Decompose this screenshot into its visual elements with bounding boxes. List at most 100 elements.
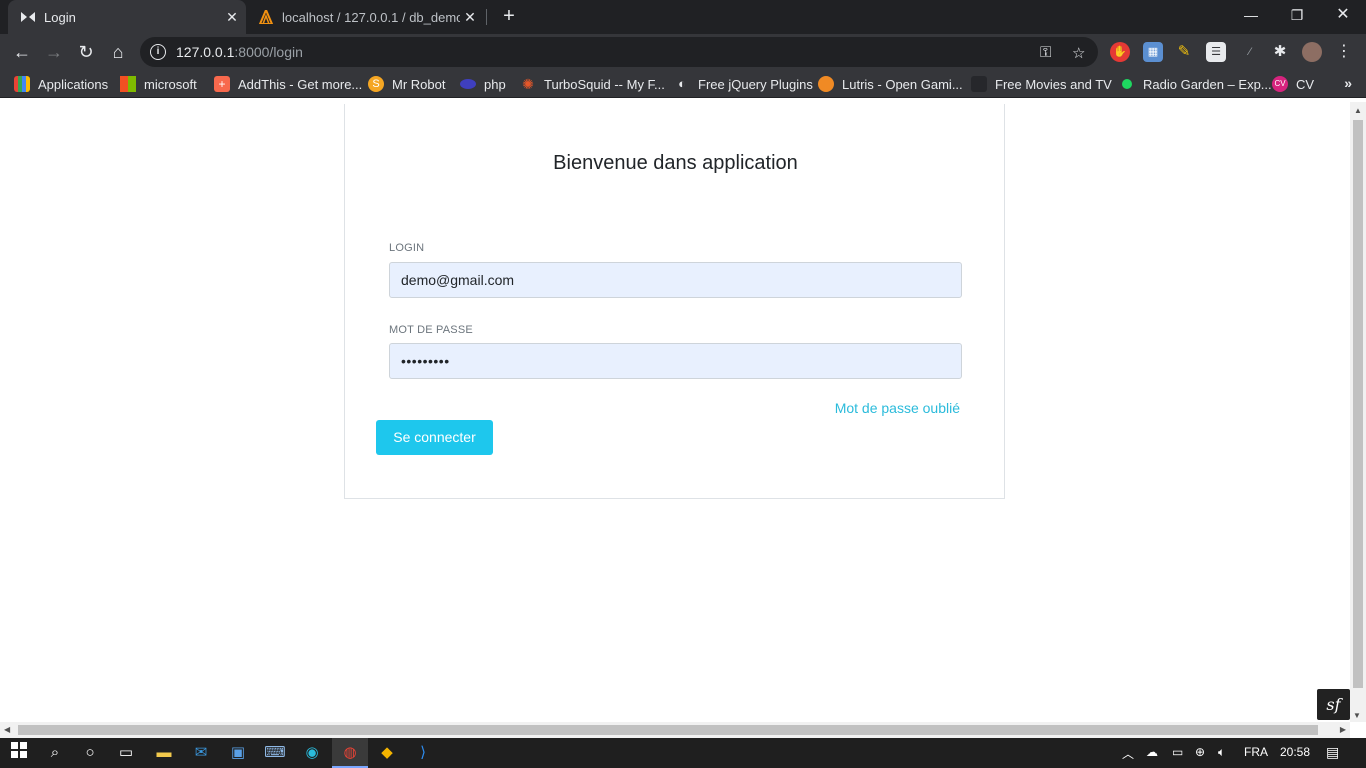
symfony-icon <box>20 9 36 25</box>
bookmark-label: php <box>484 76 506 92</box>
phpmyadmin-icon <box>258 9 274 25</box>
address-bar[interactable]: i 127.0.0.1:8000/login ⚿ ☆ <box>140 37 1098 67</box>
bookmark-lutris[interactable]: Lutris - Open Gami... <box>818 75 963 93</box>
cv-icon: CV <box>1272 76 1288 92</box>
home-button[interactable]: ⌂ <box>104 38 132 66</box>
avatar[interactable] <box>1302 42 1322 62</box>
bookmark-addthis[interactable]: + AddThis - Get more... <box>214 75 362 93</box>
windows-start-icon[interactable] <box>8 742 30 764</box>
lutris-icon <box>818 76 834 92</box>
bookmark-php[interactable]: php <box>460 75 506 93</box>
gitkraken-icon[interactable]: ◆ <box>376 742 398 764</box>
url-path: :8000/login <box>234 44 303 60</box>
bookmarks-bar: Applications microsoft + AddThis - Get m… <box>0 70 1366 98</box>
browser-toolbar: ← → ↻ ⌂ i 127.0.0.1:8000/login ⚿ ☆ ✋ ▦ ✎… <box>0 34 1366 70</box>
symfony-toolbar-icon[interactable]: sf <box>1317 689 1350 720</box>
login-label: LOGIN <box>389 242 425 254</box>
scroll-right-icon[interactable]: ▶ <box>1340 725 1346 734</box>
bookmark-turbosquid[interactable]: ✺ TurboSquid -- My F... <box>520 75 665 93</box>
page-title: Bienvenue dans application <box>553 152 798 174</box>
scroll-down-icon[interactable]: ▼ <box>1353 711 1361 720</box>
password-label: MOT DE PASSE <box>389 324 473 336</box>
jquery-icon: ◐ <box>678 76 686 91</box>
browser-tabstrip: Login ✕ localhost / 127.0.0.1 / db_demo … <box>0 0 1366 34</box>
login-button[interactable]: Se connecter <box>376 420 493 455</box>
bookmark-label: Free Movies and TV <box>995 76 1112 92</box>
keyboard-icon[interactable]: ⌨ <box>264 742 286 764</box>
bookmark-jquery[interactable]: ◐ Free jQuery Plugins <box>674 75 813 93</box>
window-close-button[interactable]: ✕ <box>1320 0 1366 30</box>
close-icon[interactable]: ✕ <box>460 9 480 26</box>
bookmark-label: Mr Robot <box>392 76 446 92</box>
clock[interactable]: 20:58 <box>1280 745 1310 759</box>
tab-separator <box>486 9 487 25</box>
cortana-icon[interactable]: ○ <box>79 742 101 764</box>
apps-grid-icon <box>14 76 30 92</box>
page-viewport: Bienvenue dans application LOGIN demo@gm… <box>0 98 1366 722</box>
bookmark-label: TurboSquid -- My F... <box>544 76 665 92</box>
minimize-button[interactable]: — <box>1228 0 1274 30</box>
search-icon[interactable]: ⌕ <box>44 742 66 764</box>
info-icon[interactable]: i <box>150 44 166 60</box>
key-icon[interactable]: ⚿ <box>1040 44 1051 61</box>
login-card: Bienvenue dans application LOGIN demo@gm… <box>344 104 1005 499</box>
bookmark-cv[interactable]: CV CV <box>1272 75 1314 93</box>
restore-button[interactable]: ❐ <box>1274 0 1320 30</box>
task-view-icon[interactable]: ▭ <box>115 742 137 764</box>
control-panel-icon[interactable]: ▣ <box>227 742 249 764</box>
chrome-icon: ◍ <box>343 744 357 761</box>
edge-icon[interactable]: ◉ <box>301 742 323 764</box>
tab-title: localhost / 127.0.0.1 / db_demo / <box>282 9 460 25</box>
reload-button[interactable]: ↻ <box>72 38 100 66</box>
addthis-icon: + <box>214 76 230 92</box>
radio-garden-icon <box>1122 79 1132 89</box>
windows-taskbar: ⌕ ○ ▭ ▬ ✉ ▣ ⌨ ◉ ◍ ◆ ⟩ ︿ ☁ ▭ ⊕ 🔈︎ FRA 20:… <box>0 738 1366 768</box>
password-input[interactable]: ••••••••• <box>389 343 962 379</box>
tubi-icon <box>971 76 987 92</box>
bookmark-microsoft[interactable]: microsoft <box>120 75 197 93</box>
bookmark-applications[interactable]: Applications <box>14 75 108 93</box>
horizontal-scrollbar[interactable]: ◀ ▶ <box>0 722 1350 738</box>
bookmark-radio-garden[interactable]: Radio Garden – Exp... <box>1119 75 1272 93</box>
horizontal-scroll-thumb[interactable] <box>18 725 1318 735</box>
menu-kebab-icon[interactable]: ⋮ <box>1334 42 1354 62</box>
tray-chevron-icon[interactable]: ︿ <box>1122 745 1134 762</box>
volume-icon[interactable]: 🔈︎ <box>1218 745 1225 760</box>
scroll-left-icon[interactable]: ◀ <box>4 725 10 734</box>
bookmark-free-movies[interactable]: Free Movies and TV <box>971 75 1112 93</box>
forward-button[interactable]: → <box>40 38 68 66</box>
url-host: 127.0.0.1 <box>176 44 235 60</box>
battery-icon[interactable]: ▭ <box>1172 745 1183 759</box>
file-explorer-icon[interactable]: ▬ <box>153 742 175 764</box>
close-icon[interactable]: ✕ <box>222 9 242 26</box>
vertical-scrollbar[interactable]: ▲ ▼ <box>1350 102 1366 722</box>
bookmarks-overflow-icon[interactable]: » <box>1344 75 1352 91</box>
extension-pen-icon[interactable]: ⁄ <box>1240 42 1260 62</box>
network-icon[interactable]: ⊕ <box>1195 745 1205 759</box>
extension-table-icon[interactable]: ☰ <box>1206 42 1226 62</box>
tab-phpmyadmin[interactable]: localhost / 127.0.0.1 / db_demo / ✕ <box>248 0 484 34</box>
login-input[interactable]: demo@gmail.com <box>389 262 962 298</box>
bookmark-mr-robot[interactable]: S Mr Robot <box>368 75 445 93</box>
turbosquid-icon: ✺ <box>522 76 534 92</box>
onedrive-icon[interactable]: ☁ <box>1146 745 1158 759</box>
tab-login[interactable]: Login ✕ <box>8 0 246 34</box>
mr-robot-icon: S <box>368 76 384 92</box>
language-indicator[interactable]: FRA <box>1244 745 1268 759</box>
forgot-password-link[interactable]: Mot de passe oublié <box>835 400 960 416</box>
bookmark-label: Lutris - Open Gami... <box>842 76 963 92</box>
back-button[interactable]: ← <box>8 38 36 66</box>
chrome-taskbar-active[interactable]: ◍ <box>332 738 368 768</box>
extension-image-icon[interactable]: ▦ <box>1143 42 1163 62</box>
adblock-icon[interactable]: ✋ <box>1110 42 1130 62</box>
vertical-scroll-thumb[interactable] <box>1353 120 1363 688</box>
extensions-puzzle-icon[interactable]: ✱ <box>1270 42 1290 62</box>
scroll-up-icon[interactable]: ▲ <box>1354 106 1362 115</box>
notifications-icon[interactable]: ▤ <box>1326 744 1339 761</box>
extension-broom-icon[interactable]: ✎ <box>1174 42 1194 62</box>
bookmark-label: Free jQuery Plugins <box>698 76 813 92</box>
star-icon[interactable]: ☆ <box>1072 44 1085 62</box>
mail-icon[interactable]: ✉ <box>190 742 212 764</box>
new-tab-button[interactable]: + <box>498 4 520 30</box>
vscode-icon[interactable]: ⟩ <box>412 742 434 764</box>
